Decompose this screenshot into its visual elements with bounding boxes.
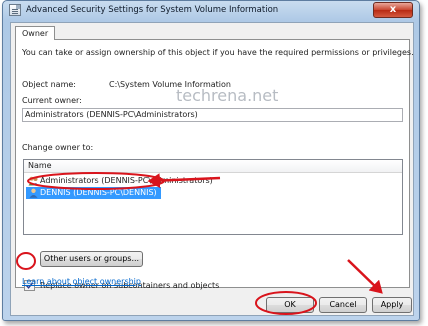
change-owner-label: Change owner to:	[22, 143, 94, 152]
owner-list[interactable]: Name Administrators (DENNIS-PC\Administr…	[23, 159, 403, 235]
security-settings-window: Advanced Security Settings for System Vo…	[2, 0, 420, 321]
user-icon	[29, 188, 38, 198]
object-name-label: Object name:	[22, 80, 76, 89]
title-bar[interactable]: Advanced Security Settings for System Vo…	[3, 1, 419, 20]
ok-button[interactable]: OK	[266, 297, 314, 313]
intro-text: You can take or assign ownership of this…	[22, 48, 414, 57]
user-group-icon	[28, 176, 39, 186]
learn-ownership-link[interactable]: Learn about object ownership	[22, 277, 141, 286]
list-item-label: DENNIS (DENNIS-PC\DENNIS)	[40, 188, 157, 197]
watermark: techrena.net	[176, 86, 279, 105]
tab-owner[interactable]: Owner	[15, 26, 56, 40]
cancel-button[interactable]: Cancel	[319, 297, 367, 313]
list-item-dennis[interactable]: DENNIS (DENNIS-PC\DENNIS)	[26, 187, 161, 199]
owner-panel: You can take or assign ownership of this…	[15, 39, 414, 291]
list-item-label: Administrators (DENNIS-PC\Administrators…	[40, 176, 213, 185]
other-users-button[interactable]: Other users or groups...	[40, 251, 143, 267]
list-item-administrators[interactable]: Administrators (DENNIS-PC\Administrators…	[26, 175, 217, 187]
list-header-name[interactable]: Name	[24, 160, 402, 173]
current-owner-field: Administrators (DENNIS-PC\Administrators…	[22, 108, 403, 122]
apply-button[interactable]: Apply	[372, 297, 412, 313]
close-button[interactable]: x	[373, 2, 413, 18]
close-icon: x	[389, 4, 397, 15]
dialog-body: Owner You can take or assign ownership o…	[10, 22, 414, 316]
window-title: Advanced Security Settings for System Vo…	[26, 5, 279, 15]
current-owner-label: Current owner:	[22, 96, 82, 105]
document-icon	[9, 4, 21, 16]
